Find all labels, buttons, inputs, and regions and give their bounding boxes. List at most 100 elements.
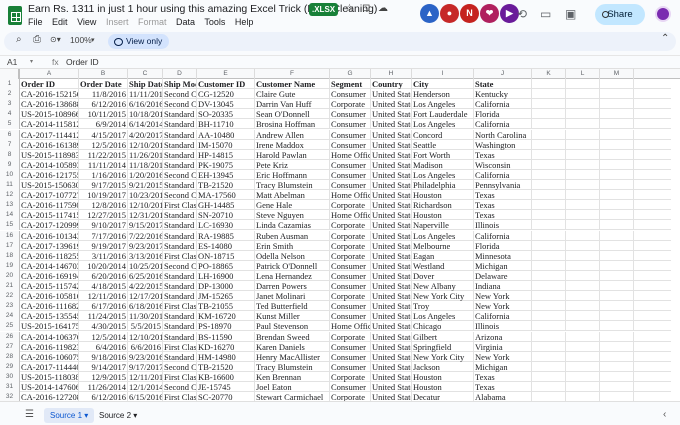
table-cell[interactable]: Springfield (412, 341, 474, 352)
table-cell[interactable] (600, 311, 634, 322)
column-header-m[interactable]: M (600, 69, 634, 79)
table-cell[interactable]: TB-21055 (197, 301, 255, 312)
table-cell[interactable]: United States (371, 240, 412, 251)
table-cell[interactable] (532, 180, 566, 190)
table-cell[interactable]: Pennsylvania (474, 180, 532, 190)
table-cell[interactable]: Consumer (330, 119, 371, 130)
menu-format[interactable]: Format (138, 17, 167, 27)
table-cell[interactable]: 10/18/2015 (128, 109, 163, 120)
table-cell[interactable] (600, 371, 634, 382)
table-cell[interactable]: United States (371, 200, 412, 211)
table-cell[interactable]: Texas (474, 210, 532, 221)
table-cell[interactable] (600, 331, 634, 342)
table-cell[interactable] (532, 392, 566, 401)
table-cell[interactable]: United States (371, 109, 412, 120)
table-cell[interactable]: 11/22/2015 (79, 149, 128, 160)
table-cell[interactable]: Illinois (474, 321, 532, 332)
table-cell[interactable]: CA-2016-119823 (20, 341, 79, 352)
table-cell[interactable]: Alabama (474, 392, 532, 401)
row-number[interactable]: 25 (0, 321, 20, 332)
table-cell[interactable]: First Class (163, 371, 197, 382)
formula-input[interactable]: Order ID (66, 57, 99, 67)
table-cell[interactable]: 6/12/2016 (79, 99, 128, 110)
table-cell[interactable]: Consumer (330, 270, 371, 281)
ext-3-icon[interactable]: N (460, 4, 479, 23)
table-cell[interactable]: Consumer (330, 351, 371, 362)
table-cell[interactable]: DV-13045 (197, 99, 255, 110)
table-cell[interactable]: Standard Class (163, 159, 197, 170)
table-cell[interactable]: 9/23/2016 (128, 351, 163, 362)
table-cell[interactable]: US-2015-164175 (20, 321, 79, 332)
table-cell[interactable]: US-2015-150630 (20, 180, 79, 190)
table-cell[interactable]: 1/16/2016 (79, 169, 128, 180)
table-cell[interactable] (566, 341, 600, 352)
table-cell[interactable]: Los Angeles (412, 99, 474, 110)
table-cell[interactable]: Odella Nelson (255, 250, 330, 261)
table-cell[interactable]: CA-2014-105893 (20, 159, 79, 170)
table-cell[interactable] (566, 210, 600, 221)
table-cell[interactable] (532, 382, 566, 392)
table-cell[interactable] (600, 200, 634, 211)
table-cell[interactable]: 12/17/2016 (128, 291, 163, 302)
table-cell[interactable] (566, 129, 600, 140)
table-cell[interactable] (600, 220, 634, 231)
table-cell[interactable]: Steve Nguyen (255, 210, 330, 221)
table-cell[interactable] (600, 240, 634, 251)
table-cell[interactable]: United States (371, 169, 412, 180)
table-cell[interactable]: Joel Eaton (255, 382, 330, 392)
header-cell[interactable]: Ship Date (128, 79, 163, 89)
table-cell[interactable]: BH-11710 (197, 119, 255, 130)
table-cell[interactable]: 4/20/2017 (128, 129, 163, 140)
table-cell[interactable]: United States (371, 281, 412, 291)
column-header-j[interactable]: J (474, 69, 532, 79)
table-cell[interactable] (566, 270, 600, 281)
table-cell[interactable] (532, 220, 566, 231)
table-cell[interactable] (566, 190, 600, 201)
row-number[interactable]: 10 (0, 169, 20, 180)
table-cell[interactable]: New York (474, 351, 532, 362)
table-cell[interactable]: US-2015-118983 (20, 149, 79, 160)
table-cell[interactable] (532, 139, 566, 150)
table-cell[interactable] (566, 180, 600, 190)
table-cell[interactable]: LC-16930 (197, 220, 255, 231)
table-cell[interactable] (532, 250, 566, 261)
table-cell[interactable]: Standard Class (163, 210, 197, 221)
table-cell[interactable]: United States (371, 371, 412, 382)
table-cell[interactable]: CA-2016-105816 (20, 291, 79, 302)
table-cell[interactable]: Michigan (474, 361, 532, 372)
table-cell[interactable]: 11/11/2014 (79, 159, 128, 170)
table-cell[interactable]: Corporate (330, 230, 371, 241)
table-cell[interactable]: 10/11/2015 (79, 109, 128, 120)
table-cell[interactable]: Standard Class (163, 291, 197, 302)
table-cell[interactable]: First Class (163, 392, 197, 401)
table-cell[interactable]: CA-2016-111682 (20, 301, 79, 312)
table-cell[interactable]: Fort Lauderdale (412, 109, 474, 120)
table-cell[interactable]: LH-16900 (197, 270, 255, 281)
table-cell[interactable] (532, 240, 566, 251)
table-cell[interactable] (566, 220, 600, 231)
table-cell[interactable]: CA-2015-117415 (20, 210, 79, 221)
table-cell[interactable]: Consumer (330, 89, 371, 100)
table-cell[interactable] (600, 351, 634, 362)
table-cell[interactable]: Chicago (412, 321, 474, 332)
table-cell[interactable] (566, 331, 600, 342)
table-cell[interactable]: Darren Powers (255, 281, 330, 291)
table-cell[interactable]: 10/19/2017 (79, 190, 128, 201)
table-cell[interactable]: Decatur (412, 392, 474, 401)
table-cell[interactable] (532, 301, 566, 312)
sheet-tab-source-1[interactable]: Source 1 ▾ (44, 408, 95, 423)
star-icon[interactable]: ☆ (345, 3, 354, 14)
table-cell[interactable]: North Carolina (474, 129, 532, 140)
table-cell[interactable]: TB-21520 (197, 361, 255, 372)
table-cell[interactable] (566, 281, 600, 291)
table-cell[interactable]: 9/19/2017 (79, 240, 128, 251)
table-cell[interactable] (532, 311, 566, 322)
row-number[interactable]: 19 (0, 260, 20, 271)
table-cell[interactable]: CA-2016-127208 (20, 392, 79, 401)
table-cell[interactable]: Home Office (330, 321, 371, 332)
table-cell[interactable]: 11/24/2015 (79, 311, 128, 322)
table-cell[interactable] (600, 159, 634, 170)
sheet-scroll-left-icon[interactable]: ‹ (663, 409, 666, 420)
row-number[interactable]: 15 (0, 220, 20, 231)
table-cell[interactable] (566, 301, 600, 312)
